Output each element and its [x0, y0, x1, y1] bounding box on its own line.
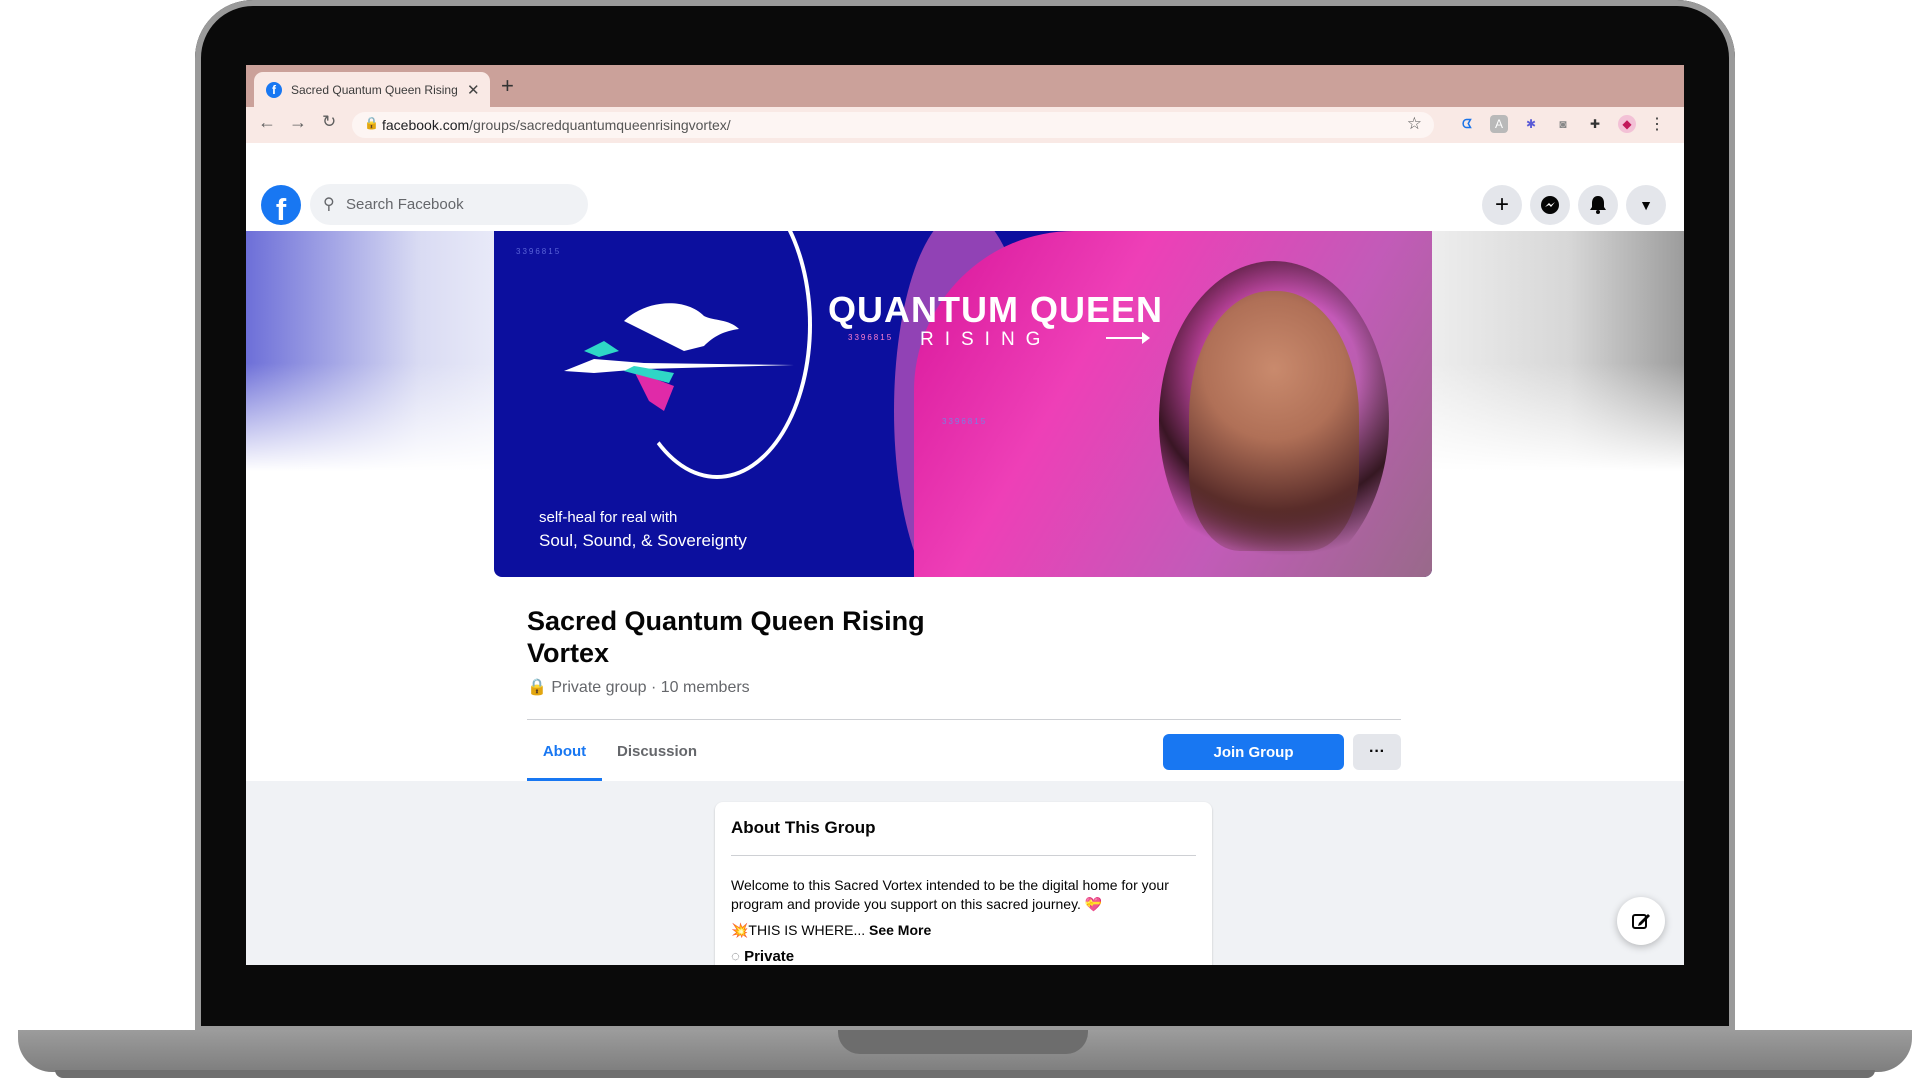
browser-toolbar: ← → ↻ 🔒 facebook.com/groups/sacredquantu…	[246, 107, 1684, 143]
browser-tab-bar: f Sacred Quantum Queen Rising ✕ +	[246, 65, 1684, 107]
globe-lock-icon: ◌	[731, 948, 740, 965]
join-group-button[interactable]: Join Group	[1163, 734, 1344, 770]
compose-icon	[1632, 914, 1650, 929]
facebook-header: f ⚲ Search Facebook + ▼	[246, 143, 1684, 231]
extension-camera-icon[interactable]: ◙	[1554, 115, 1572, 133]
see-more-link[interactable]: See More	[869, 922, 931, 938]
url-text: facebook.com/groups/sacredquantumqueenri…	[382, 117, 731, 133]
lock-icon: 🔒	[364, 116, 379, 130]
search-placeholder: Search Facebook	[346, 196, 464, 213]
cover-code-low: 3396815	[942, 417, 988, 426]
create-button[interactable]: +	[1482, 185, 1522, 225]
header-divider	[527, 719, 1401, 720]
about-heading: About This Group	[731, 818, 876, 837]
messenger-glyph-icon	[1541, 196, 1559, 214]
search-input[interactable]: ⚲ Search Facebook	[310, 184, 588, 225]
extension-translate-icon[interactable]: A	[1490, 115, 1508, 133]
bookmark-star-icon[interactable]: ☆	[1407, 114, 1422, 134]
facebook-logo-icon[interactable]: f	[261, 185, 301, 225]
about-card: About This Group Welcome to this Sacred …	[715, 802, 1212, 965]
about-divider	[731, 855, 1196, 856]
group-title: Sacred Quantum Queen Rising Vortex	[527, 606, 925, 668]
group-meta-text: Private group · 10 members	[551, 679, 750, 696]
extensions-puzzle-icon[interactable]: ✚	[1586, 115, 1604, 133]
about-teaser: 💥THIS IS WHERE... See More	[731, 922, 932, 938]
about-description: Welcome to this Sacred Vortex intended t…	[731, 877, 1169, 912]
tab-title: Sacred Quantum Queen Rising	[291, 82, 458, 97]
laptop-base-foot	[55, 1070, 1875, 1078]
extension-puzzle-gear-icon[interactable]: ✱	[1522, 115, 1540, 133]
cover-tagline-2: Soul, Sound, & Sovereignty	[539, 531, 747, 550]
cover-code-top: 3396815	[516, 247, 562, 256]
address-bar[interactable]: 🔒 facebook.com/groups/sacredquantumqueen…	[352, 112, 1434, 138]
close-tab-icon[interactable]: ✕	[467, 81, 480, 99]
archer-logo-icon	[564, 303, 794, 411]
privacy-label: ◌ Private	[731, 948, 795, 965]
lock-icon: 🔒	[527, 679, 547, 696]
extension-c-icon[interactable]: ᗧ	[1458, 115, 1476, 133]
notifications-bell-icon[interactable]	[1578, 185, 1618, 225]
tab-discussion[interactable]: Discussion	[612, 721, 702, 781]
tab-about[interactable]: About	[527, 721, 602, 781]
group-cover-photo[interactable]: 3396815 3396815 3396815 QUANTUM QUEEN RI…	[494, 231, 1432, 577]
reload-icon[interactable]: ↻	[322, 112, 336, 132]
cover-tagline-1: self-heal for real with	[539, 509, 678, 526]
cover-title: QUANTUM QUEEN	[828, 289, 1163, 330]
back-icon[interactable]: ←	[258, 112, 276, 133]
more-options-button[interactable]: ···	[1353, 734, 1401, 770]
profile-avatar-icon[interactable]: ◆	[1618, 115, 1636, 133]
cover-woman-photo	[1189, 291, 1359, 551]
new-message-button[interactable]	[1617, 897, 1665, 945]
cover-arrow-icon	[1106, 332, 1150, 344]
laptop-screen: f Sacred Quantum Queen Rising ✕ + ← → ↻ …	[246, 65, 1684, 965]
group-meta: 🔒 Private group · 10 members	[527, 677, 750, 697]
facebook-favicon-icon: f	[266, 81, 282, 98]
messenger-icon[interactable]	[1530, 185, 1570, 225]
cover-subtitle: RISING	[920, 329, 1052, 350]
search-icon: ⚲	[323, 196, 335, 213]
browser-tab[interactable]: f Sacred Quantum Queen Rising ✕	[254, 72, 490, 107]
laptop-notch	[838, 1030, 1088, 1054]
browser-menu-icon[interactable]: ⋮	[1648, 115, 1666, 133]
forward-icon[interactable]: →	[289, 112, 307, 133]
bell-glyph-icon	[1590, 196, 1606, 214]
cover-code-mid: 3396815	[848, 333, 894, 342]
account-menu-chevron-icon[interactable]: ▼	[1626, 185, 1666, 225]
new-tab-icon[interactable]: +	[501, 73, 514, 99]
